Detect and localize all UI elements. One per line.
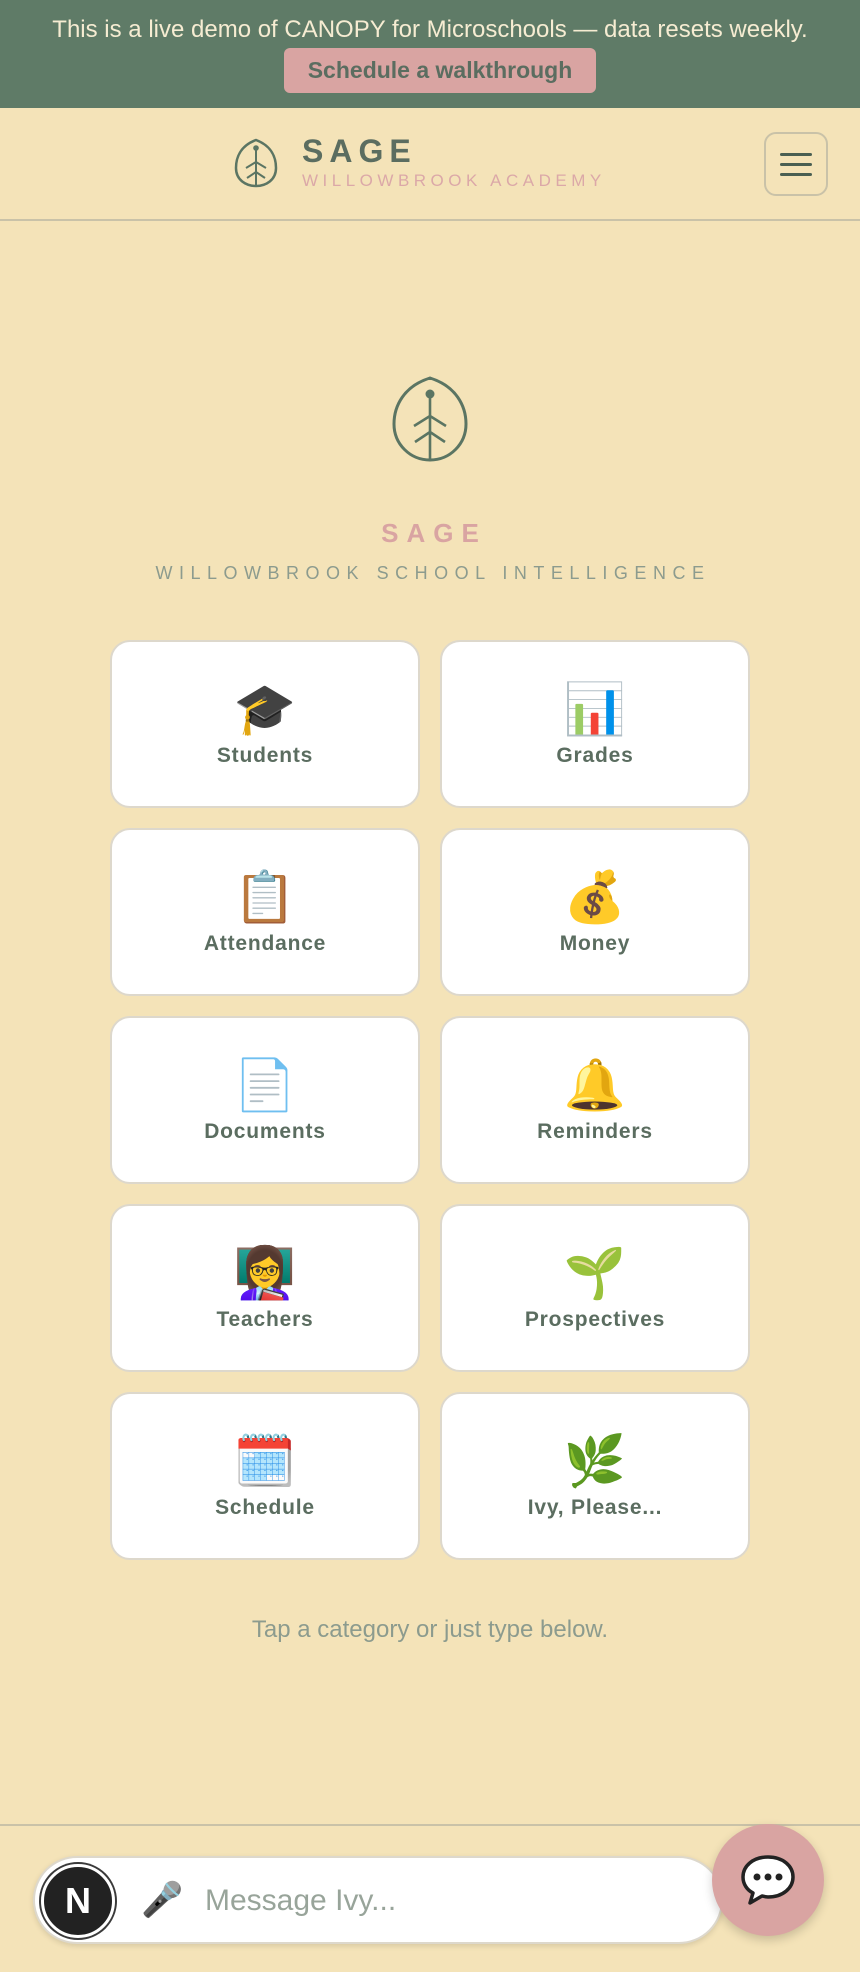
- category-label: Reminders: [537, 1120, 653, 1143]
- herb-icon: 🌿: [563, 1433, 627, 1489]
- brand[interactable]: SAGE WILLOWBROOK ACADEMY: [232, 134, 606, 192]
- graduation-cap-icon: 🎓: [233, 681, 297, 737]
- bell-icon: 🔔: [563, 1057, 627, 1113]
- category-schedule[interactable]: 🗓️ Schedule: [110, 1392, 420, 1560]
- category-teachers[interactable]: 👩‍🏫 Teachers: [110, 1204, 420, 1372]
- hero-subtitle: WILLOWBROOK SCHOOL INTELLIGENCE: [155, 563, 711, 583]
- chat-button[interactable]: [712, 1824, 824, 1936]
- schedule-walkthrough-button[interactable]: Schedule a walkthrough: [283, 48, 597, 93]
- category-grid: 🎓 Students 📊 Grades 📋 Attendance 💰 Money…: [110, 640, 750, 1560]
- category-money[interactable]: 💰 Money: [440, 828, 750, 996]
- leaf-icon: [392, 376, 468, 462]
- category-label: Students: [216, 744, 314, 767]
- category-label: Documents: [204, 1120, 326, 1143]
- message-input[interactable]: [205, 1876, 685, 1926]
- avatar[interactable]: N: [41, 1864, 115, 1938]
- brand-subtitle: WILLOWBROOK ACADEMY: [302, 171, 606, 190]
- document-icon: 📄: [233, 1057, 297, 1113]
- category-grades[interactable]: 📊 Grades: [440, 640, 750, 808]
- menu-button[interactable]: [764, 132, 828, 196]
- avatar-letter: N: [65, 1880, 91, 1921]
- category-attendance[interactable]: 📋 Attendance: [110, 828, 420, 996]
- hint-text: Tap a category or just type below.: [251, 1616, 609, 1643]
- category-label: Money: [559, 932, 631, 955]
- hamburger-icon: [780, 162, 812, 166]
- brand-name: SAGE: [302, 133, 417, 169]
- teacher-icon: 👩‍🏫: [233, 1245, 297, 1301]
- category-label: Teachers: [216, 1308, 314, 1331]
- category-documents[interactable]: 📄 Documents: [110, 1016, 420, 1184]
- hero-title: SAGE: [381, 518, 487, 548]
- leaf-logo-icon: [234, 138, 278, 188]
- demo-banner: This is a live demo of CANOPY for Micros…: [0, 0, 860, 108]
- demo-banner-text: This is a live demo of CANOPY for Micros…: [52, 16, 808, 43]
- category-prospectives[interactable]: 🌱 Prospectives: [440, 1204, 750, 1372]
- seedling-icon: 🌱: [563, 1245, 627, 1301]
- category-ivy-please[interactable]: 🌿 Ivy, Please...: [440, 1392, 750, 1560]
- category-label: Ivy, Please...: [527, 1496, 663, 1519]
- hamburger-icon: [780, 172, 812, 176]
- bar-chart-icon: 📊: [563, 681, 627, 737]
- category-label: Prospectives: [524, 1308, 666, 1331]
- money-bag-icon: 💰: [563, 869, 627, 925]
- category-label: Grades: [556, 744, 634, 767]
- chat-bubble-icon: [741, 1855, 795, 1905]
- category-students[interactable]: 🎓 Students: [110, 640, 420, 808]
- category-label: Schedule: [215, 1496, 315, 1519]
- composer: N 🎤: [33, 1856, 723, 1944]
- category-reminders[interactable]: 🔔 Reminders: [440, 1016, 750, 1184]
- category-label: Attendance: [203, 932, 327, 955]
- calendar-icon: 🗓️: [233, 1433, 297, 1489]
- hamburger-icon: [780, 152, 812, 156]
- microphone-icon[interactable]: 🎤: [141, 1880, 183, 1920]
- clipboard-icon: 📋: [233, 869, 297, 925]
- app-header: SAGE WILLOWBROOK ACADEMY: [0, 108, 860, 221]
